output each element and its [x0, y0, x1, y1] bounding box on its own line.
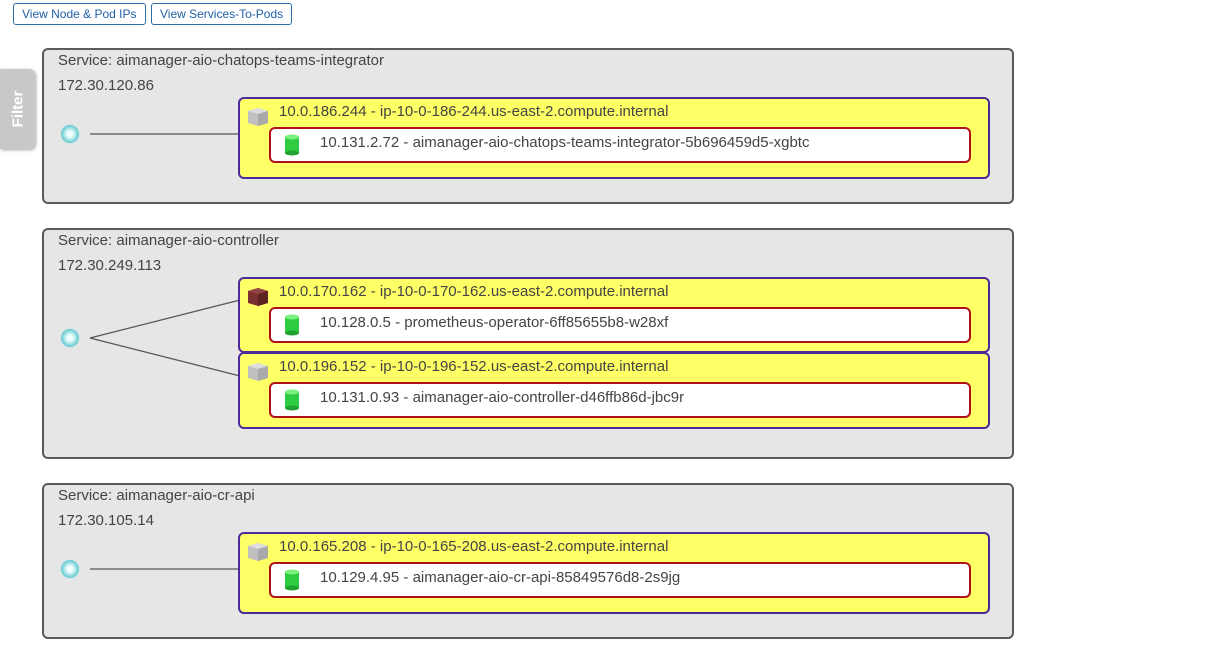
service-group: Service: aimanager-aio-chatops-teams-int… [42, 48, 1014, 204]
view-services-to-pods-button[interactable]: View Services-To-Pods [151, 3, 293, 25]
node-box[interactable]: 10.0.186.244 - ip-10-0-186-244.us-east-2… [238, 97, 990, 179]
service-group: Service: aimanager-aio-cr-api 172.30.105… [42, 483, 1014, 639]
service-node-icon[interactable] [61, 329, 79, 347]
pod-box[interactable]: 10.129.4.95 - aimanager-aio-cr-api-85849… [269, 562, 971, 598]
pod-label: 10.131.0.93 - aimanager-aio-controller-d… [320, 389, 685, 406]
node-box[interactable]: 10.0.165.208 - ip-10-0-165-208.us-east-2… [238, 532, 990, 614]
node-label: 10.0.186.244 - ip-10-0-186-244.us-east-2… [279, 103, 669, 120]
filter-tab-label: Filter [9, 90, 26, 128]
server-cube-icon [248, 108, 268, 126]
pod-label: 10.128.0.5 - prometheus-operator-6ff8565… [320, 314, 669, 331]
pod-cylinder-icon [285, 314, 299, 336]
filter-tab[interactable]: Filter [0, 69, 35, 149]
pod-box[interactable]: 10.128.0.5 - prometheus-operator-6ff8565… [269, 307, 971, 343]
service-node-link [89, 337, 241, 377]
node-label: 10.0.170.162 - ip-10-0-170-162.us-east-2… [279, 283, 669, 300]
pod-label: 10.131.2.72 - aimanager-aio-chatops-team… [320, 134, 810, 151]
pod-box[interactable]: 10.131.0.93 - aimanager-aio-controller-d… [269, 382, 971, 418]
view-node-pod-ips-button[interactable]: View Node & Pod IPs [13, 3, 146, 25]
pod-label: 10.129.4.95 - aimanager-aio-cr-api-85849… [320, 569, 681, 586]
service-node-icon[interactable] [61, 125, 79, 143]
node-box[interactable]: 10.0.196.152 - ip-10-0-196-152.us-east-2… [238, 352, 990, 429]
pod-cylinder-icon [285, 389, 299, 411]
service-node-link [89, 299, 241, 339]
server-cube-icon [248, 363, 268, 381]
pod-cylinder-icon [285, 569, 299, 591]
pod-cylinder-icon [285, 134, 299, 156]
server-cube-icon [248, 288, 268, 306]
pod-box[interactable]: 10.131.2.72 - aimanager-aio-chatops-team… [269, 127, 971, 163]
node-label: 10.0.196.152 - ip-10-0-196-152.us-east-2… [279, 358, 669, 375]
service-topology-view: View Node & Pod IPs View Services-To-Pod… [0, 0, 1232, 655]
node-box[interactable]: 10.0.170.162 - ip-10-0-170-162.us-east-2… [238, 277, 990, 353]
server-cube-icon [248, 543, 268, 561]
service-group: Service: aimanager-aio-controller 172.30… [42, 228, 1014, 459]
node-label: 10.0.165.208 - ip-10-0-165-208.us-east-2… [279, 538, 669, 555]
service-node-icon[interactable] [61, 560, 79, 578]
